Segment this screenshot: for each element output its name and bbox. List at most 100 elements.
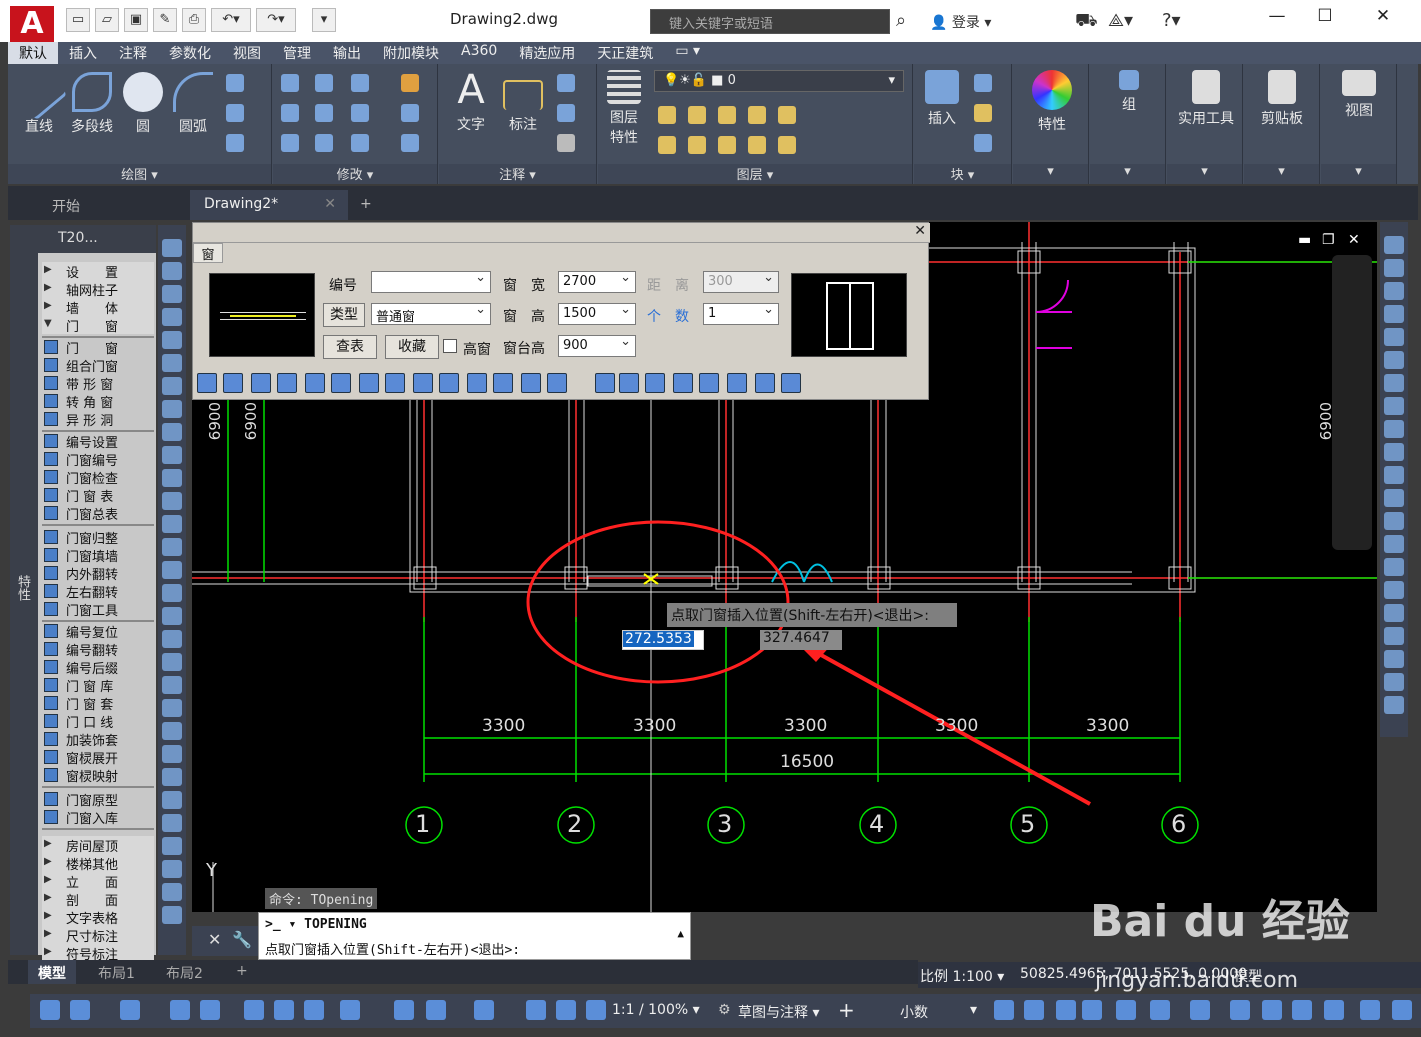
hatch-icon[interactable] <box>226 104 244 122</box>
menu-tab-3[interactable]: 参数化 <box>158 42 222 64</box>
menu-tab-7[interactable]: 附加模块 <box>372 42 450 64</box>
maximize-icon[interactable]: ☐ <box>1310 6 1340 32</box>
linear-dim-icon[interactable] <box>557 74 575 92</box>
high-window-checkbox[interactable] <box>443 339 457 353</box>
status-toggle-icon[interactable] <box>304 1000 324 1020</box>
palette-item[interactable]: 门窗总表 <box>42 504 154 523</box>
palette-item[interactable]: 门窗编号 <box>42 450 154 469</box>
draw-tool-icon[interactable] <box>162 492 182 510</box>
menu-tab-6[interactable]: 输出 <box>322 42 372 64</box>
palette-item[interactable]: 转 角 窗 <box>42 392 154 411</box>
customize-qat-icon[interactable]: ▾ <box>312 8 336 32</box>
insert-tool[interactable]: 插入 <box>920 70 964 128</box>
annotation-group-label[interactable]: 注释 ▾ <box>439 164 596 184</box>
draw-tool-icon[interactable] <box>162 446 182 464</box>
scale-icon[interactable] <box>315 134 333 152</box>
modify-tool-icon[interactable] <box>1384 558 1404 576</box>
status-toggle-icon[interactable] <box>556 1000 576 1020</box>
palette-item[interactable]: ▶ 尺寸标注 <box>42 926 154 945</box>
modify-tool-icon[interactable] <box>1384 236 1404 254</box>
draw-tool-icon[interactable] <box>162 722 182 740</box>
leader-icon[interactable] <box>557 104 575 122</box>
workspace-gear-icon[interactable]: ⚙ <box>718 1002 731 1018</box>
modify-tool-icon[interactable] <box>1384 604 1404 622</box>
window-tool-icon[interactable] <box>619 373 639 393</box>
layer-icon-7[interactable] <box>688 136 706 154</box>
palette-item[interactable]: 编号设置 <box>42 432 154 451</box>
draw-tool-icon[interactable] <box>162 791 182 809</box>
layer-properties-tool[interactable]: 图层 特性 <box>602 70 646 148</box>
modify-tool-icon[interactable] <box>1384 512 1404 530</box>
layer-icon-8[interactable] <box>718 136 736 154</box>
modify-tool-icon[interactable] <box>1384 351 1404 369</box>
palette-item[interactable]: 门窗原型 <box>42 790 154 809</box>
minimize-icon[interactable]: — <box>1262 6 1292 32</box>
palette-item[interactable]: ▶ 墙 体 <box>42 298 154 317</box>
modify-tool-icon[interactable] <box>1384 305 1404 323</box>
status-toggle-icon[interactable] <box>274 1000 294 1020</box>
polyline-tool[interactable]: 多段线 <box>64 72 120 136</box>
status-toggle-icon[interactable] <box>526 1000 546 1020</box>
palette-item[interactable]: 门窗工具 <box>42 600 154 619</box>
annotation-scale[interactable]: 1:1 / 100% ▾ <box>612 1002 700 1018</box>
window-tool-icon[interactable] <box>439 373 459 393</box>
window-tool-icon[interactable] <box>755 373 775 393</box>
window-tool-icon[interactable] <box>331 373 351 393</box>
circle-tool[interactable]: 圆 <box>118 72 168 136</box>
login-button[interactable]: 👤 登录 ▾ <box>930 12 991 32</box>
status-toggle-icon[interactable] <box>426 1000 446 1020</box>
status-toggle-icon[interactable] <box>1116 1000 1136 1020</box>
viewport-close-icon[interactable]: ✕ <box>1348 232 1360 248</box>
window-tool-icon[interactable] <box>223 373 243 393</box>
command-close-icon[interactable]: ✕ <box>208 930 221 949</box>
modify-tool-icon[interactable] <box>1384 650 1404 668</box>
autocad-logo[interactable]: A <box>10 6 54 42</box>
clipboard-expand[interactable]: ▾ <box>1244 164 1319 184</box>
palette-item[interactable]: 编号翻转 <box>42 640 154 659</box>
search-input[interactable]: 键入关键字或短语 <box>650 9 890 34</box>
line-tool[interactable]: 直线 <box>10 63 68 136</box>
modify-tool-icon[interactable] <box>1384 397 1404 415</box>
draw-group-label[interactable]: 绘图 ▾ <box>8 164 271 184</box>
status-toggle-icon[interactable] <box>40 1000 60 1020</box>
view-tool[interactable]: 视图 <box>1331 70 1387 120</box>
draw-tool-icon[interactable] <box>162 538 182 556</box>
new-file-icon[interactable]: ▭ <box>66 8 90 32</box>
tab-close-icon[interactable]: ✕ <box>324 196 336 212</box>
tab-drawing2[interactable]: Drawing2* ✕ <box>190 190 348 220</box>
palette-item[interactable]: 组合门窗 <box>42 356 154 375</box>
window-tool-icon[interactable] <box>645 373 665 393</box>
draw-tool-icon[interactable] <box>162 561 182 579</box>
window-tool-icon[interactable] <box>197 373 217 393</box>
layer-icon-1[interactable] <box>658 106 676 124</box>
palette-item[interactable]: ▶ 房间屋顶 <box>42 836 154 855</box>
modify-tool-icon[interactable] <box>1384 259 1404 277</box>
viewport-minimize-icon[interactable]: ▬ <box>1298 232 1311 248</box>
properties-expand[interactable]: ▾ <box>1013 164 1088 184</box>
draw-tool-icon[interactable] <box>162 377 182 395</box>
help-icon[interactable]: ?▾ <box>1162 10 1181 31</box>
window-tool-icon[interactable] <box>467 373 487 393</box>
plot-icon[interactable]: ⎙ <box>182 8 206 32</box>
navigation-bar[interactable] <box>1332 255 1372 550</box>
window-tool-icon[interactable] <box>251 373 271 393</box>
clipboard-tool[interactable]: 剪贴板 <box>1250 70 1314 128</box>
palette-item[interactable]: ▶ 轴网柱子 <box>42 280 154 299</box>
number-field[interactable] <box>371 270 491 293</box>
menu-tab-2[interactable]: 注释 <box>108 42 158 64</box>
tab-layout1[interactable]: 布局1 <box>88 960 145 984</box>
draw-tool-icon[interactable] <box>162 285 182 303</box>
redo-icon[interactable]: ↷▾ <box>256 8 296 32</box>
draw-tool-icon[interactable] <box>162 860 182 878</box>
tab-model[interactable]: 模型 <box>28 960 76 984</box>
status-toggle-icon[interactable] <box>120 1000 140 1020</box>
modify-tool-icon[interactable] <box>1384 466 1404 484</box>
palette-item[interactable]: ▶ 剖 面 <box>42 890 154 909</box>
status-toggle-icon[interactable] <box>1230 1000 1250 1020</box>
draw-tool-icon[interactable] <box>162 837 182 855</box>
palette-item[interactable]: 门 窗 库 <box>42 676 154 695</box>
fillet-icon[interactable] <box>351 104 369 122</box>
draw-tool-icon[interactable] <box>162 607 182 625</box>
status-toggle-icon[interactable] <box>70 1000 90 1020</box>
window-tool-icon[interactable] <box>699 373 719 393</box>
